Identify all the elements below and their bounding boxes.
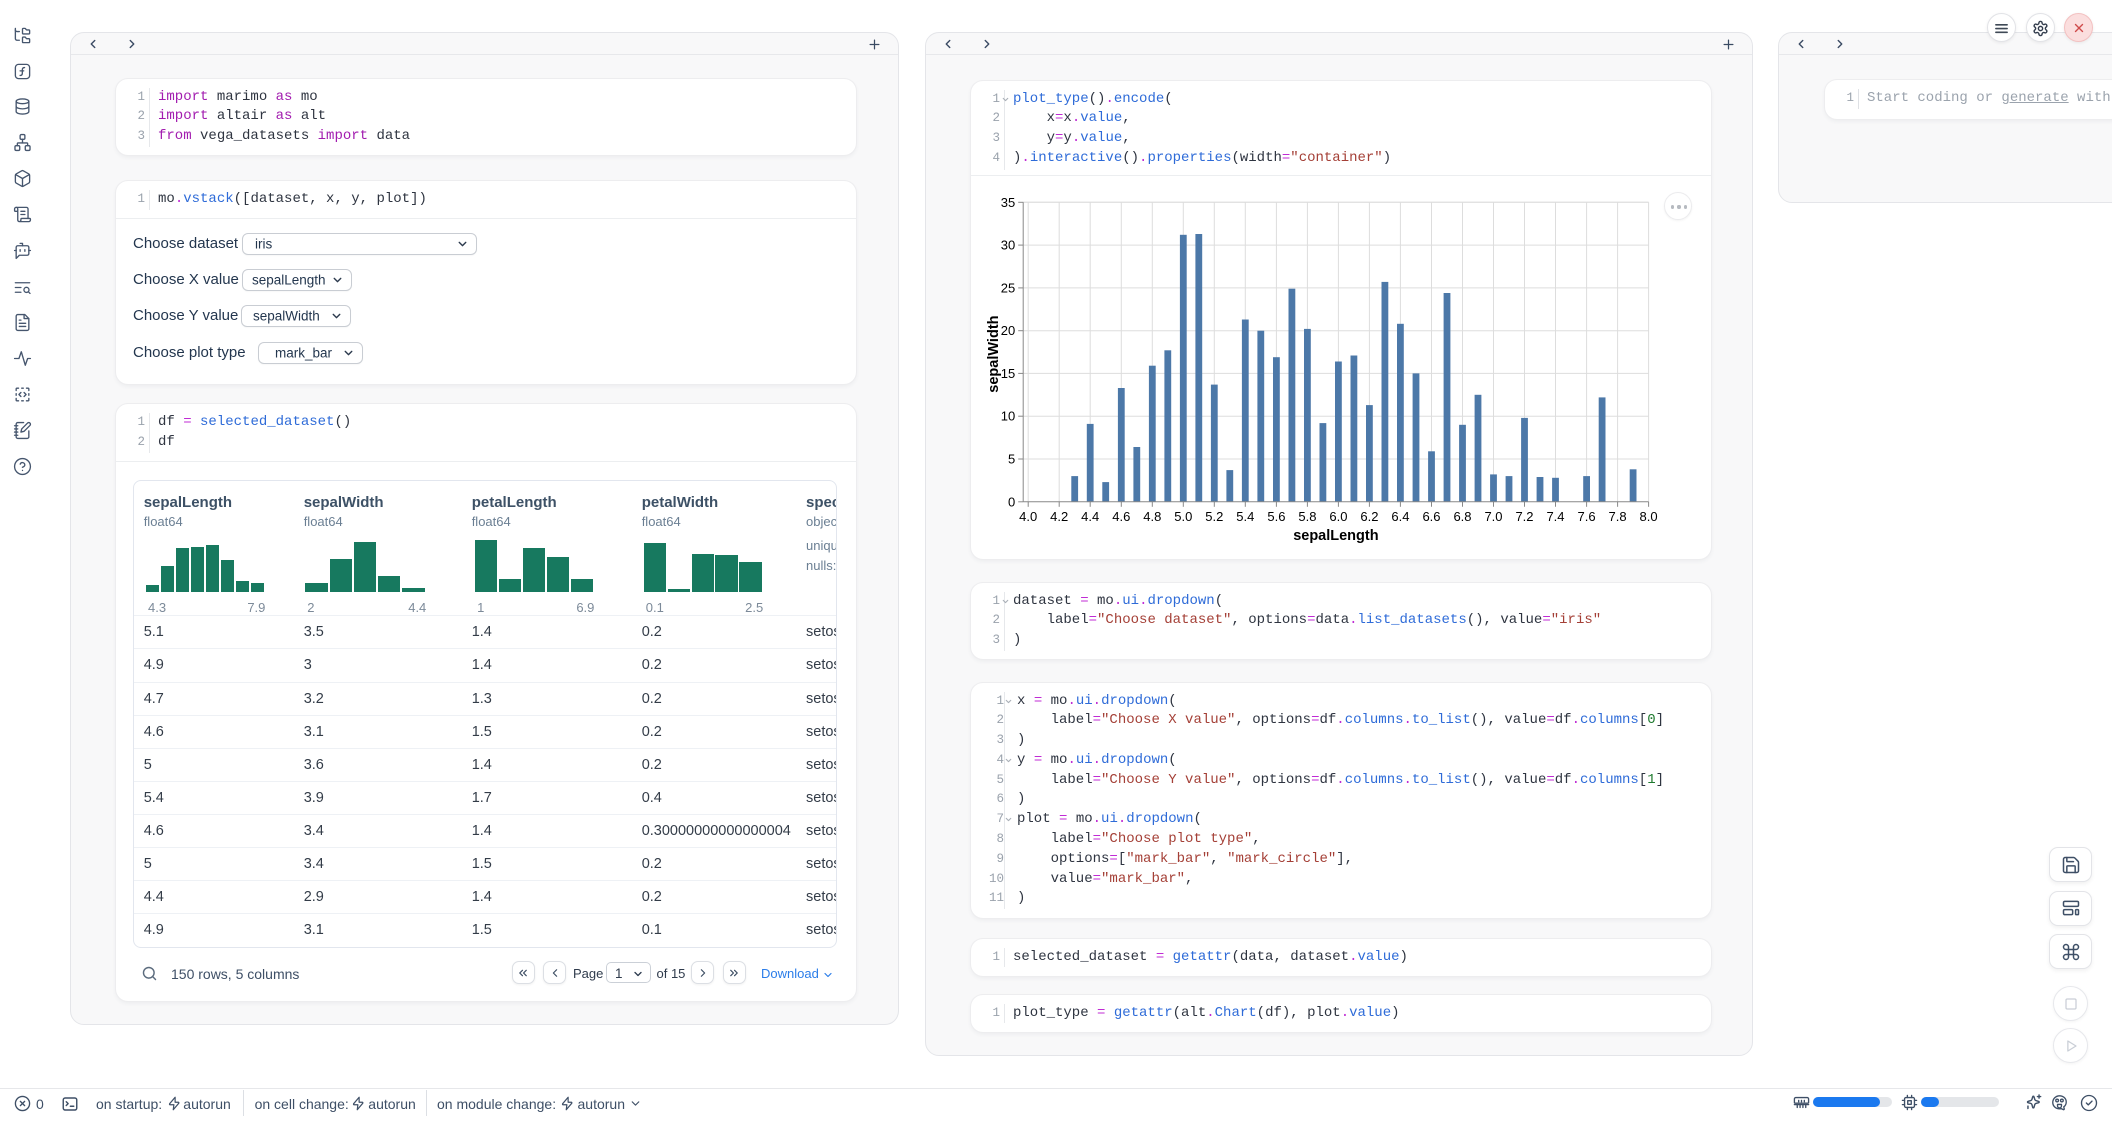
svg-text:7.0: 7.0 (1484, 509, 1502, 524)
svg-text:4.0: 4.0 (1019, 509, 1037, 524)
svg-text:5.0: 5.0 (1174, 509, 1192, 524)
svg-text:6.8: 6.8 (1453, 509, 1471, 524)
svg-text:6.0: 6.0 (1329, 509, 1347, 524)
svg-text:25: 25 (1001, 280, 1015, 295)
svg-text:30: 30 (1001, 238, 1015, 253)
svg-text:4.4: 4.4 (1081, 509, 1099, 524)
svg-text:20: 20 (1001, 323, 1015, 338)
svg-text:sepalWidth: sepalWidth (986, 315, 1002, 392)
svg-text:5: 5 (1008, 452, 1015, 467)
svg-text:5.2: 5.2 (1205, 509, 1223, 524)
svg-text:10: 10 (1001, 409, 1015, 424)
svg-text:15: 15 (1001, 366, 1015, 381)
svg-text:5.6: 5.6 (1267, 509, 1285, 524)
svg-text:sepalLength: sepalLength (1293, 528, 1378, 544)
svg-text:4.6: 4.6 (1112, 509, 1130, 524)
svg-text:4.8: 4.8 (1143, 509, 1161, 524)
svg-text:7.8: 7.8 (1609, 509, 1627, 524)
svg-text:5.4: 5.4 (1236, 509, 1254, 524)
svg-text:5.8: 5.8 (1298, 509, 1316, 524)
svg-text:0: 0 (1008, 494, 1015, 509)
svg-text:6.2: 6.2 (1360, 509, 1378, 524)
svg-text:7.6: 7.6 (1578, 509, 1596, 524)
svg-text:7.2: 7.2 (1515, 509, 1533, 524)
svg-text:8.0: 8.0 (1640, 509, 1658, 524)
svg-text:7.4: 7.4 (1546, 509, 1564, 524)
svg-text:6.6: 6.6 (1422, 509, 1440, 524)
svg-text:6.4: 6.4 (1391, 509, 1409, 524)
svg-text:35: 35 (1001, 195, 1015, 210)
svg-text:4.2: 4.2 (1050, 509, 1068, 524)
